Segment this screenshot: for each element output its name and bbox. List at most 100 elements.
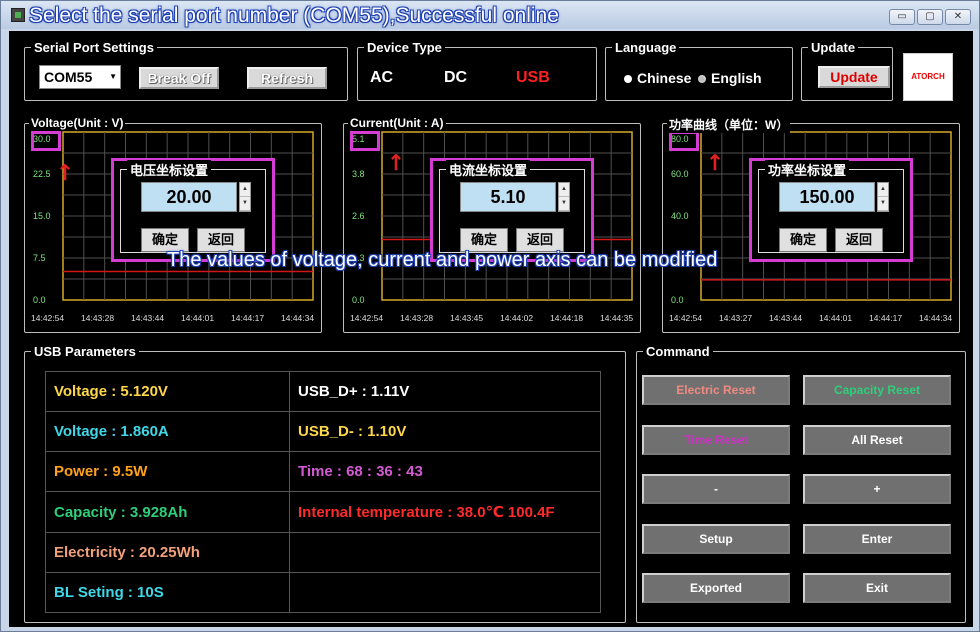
param-cell-right [289, 571, 601, 614]
power-axis-highlight [669, 131, 699, 151]
power-axis-dialog-title: 功率坐标设置 [765, 160, 850, 179]
language-chinese-radio[interactable]: Chinese [624, 70, 691, 86]
table-row: Voltage : 5.120V USB_D+ : 1.11V [45, 370, 601, 413]
param-cell-right: Time : 68 : 36 : 43 [289, 451, 601, 493]
serial-port-group-title: Serial Port Settings [31, 40, 157, 55]
param-cell-left: Voltage : 5.120V [45, 370, 290, 413]
command-button-plus[interactable]: + [803, 474, 951, 504]
y-tick-label: 3.8 [352, 169, 365, 179]
update-button[interactable]: Update [818, 66, 890, 88]
voltage-axis-stepper[interactable]: ▲ ▼ [239, 182, 251, 212]
current-axis-input[interactable]: 5.10 [460, 182, 556, 212]
x-tick-label: 14:42:54 [350, 313, 383, 323]
y-tick-label: 22.5 [33, 169, 51, 179]
param-cell-left: Voltage : 1.860A [45, 411, 290, 453]
current-chart-title: Current(Unit : A) [348, 116, 446, 130]
current-axis-stepper[interactable]: ▲ ▼ [558, 182, 570, 212]
device-ac-option[interactable]: AC [370, 69, 393, 87]
chevron-down-icon: ▼ [109, 72, 117, 81]
stepper-down-icon[interactable]: ▼ [240, 197, 250, 211]
device-usb-option[interactable]: USB [516, 69, 550, 87]
language-group: Language Chinese English [605, 40, 793, 101]
current-axis-dialog-frame: 电流坐标设置 5.10 ▲ ▼ 确定 返回 [439, 160, 585, 253]
x-tick-label: 14:44:02 [500, 313, 533, 323]
command-button-time-reset[interactable]: Time Reset [642, 424, 790, 455]
y-tick-label: 0.0 [671, 295, 684, 305]
power-axis-stepper[interactable]: ▲ ▼ [877, 182, 889, 212]
atorch-logo-text: ATORCH [911, 72, 945, 81]
stepper-up-icon[interactable]: ▲ [878, 183, 888, 197]
x-tick-label: 14:42:54 [31, 313, 64, 323]
minimize-button[interactable]: ▭ [889, 9, 915, 25]
stepper-up-icon[interactable]: ▲ [559, 183, 569, 197]
device-dc-option[interactable]: DC [444, 69, 467, 87]
power-chart-title: 功率曲线（单位：W） [667, 116, 791, 133]
y-tick-label: 2.6 [352, 211, 365, 221]
command-button-exit[interactable]: Exit [803, 573, 951, 603]
close-button[interactable]: ✕ [945, 9, 971, 25]
command-button-electric-reset[interactable]: Electric Reset [642, 375, 790, 405]
command-button-enter[interactable]: Enter [803, 523, 951, 554]
window-controls: ▭ ▢ ✕ [889, 9, 971, 25]
serial-port-select[interactable]: COM55 ▼ [39, 65, 121, 89]
table-row: BL Seting : 10S [45, 571, 601, 614]
param-cell-right: USB_D+ : 1.11V [289, 370, 601, 413]
stepper-down-icon[interactable]: ▼ [878, 197, 888, 211]
command-button-minus[interactable]: - [642, 474, 790, 504]
table-row: Capacity : 3.928Ah Internal temperature :… [45, 491, 601, 533]
voltage-axis-dialog: 电压坐标设置 20.00 ▲ ▼ 确定 返回 [111, 158, 275, 262]
param-cell-right [289, 531, 601, 573]
serial-port-group: Serial Port Settings COM55 ▼ Break Off R… [24, 40, 348, 101]
x-tick-label: 14:44:17 [869, 313, 902, 323]
update-group-title: Update [808, 40, 859, 55]
x-tick-label: 14:44:34 [281, 313, 314, 323]
language-english-radio[interactable]: English [698, 70, 762, 86]
current-chart-panel: Current(Unit : A) 5.1 3.8 2.6 1.3 0.0 14:42:5… [343, 116, 641, 333]
y-tick-label: 0.0 [352, 295, 365, 305]
x-tick-label: 14:44:34 [919, 313, 952, 323]
title-bar: Select the serial port number (COM55),Su… [1, 1, 979, 29]
window-title: Select the serial port number (COM55),Su… [29, 4, 559, 27]
x-tick-label: 14:44:17 [231, 313, 264, 323]
radio-icon [698, 75, 706, 84]
command-button-exported[interactable]: Exported [642, 573, 790, 603]
language-group-title: Language [612, 40, 680, 55]
radio-selected-icon [624, 75, 632, 84]
overlay-caption: The values of voltage, current and power… [167, 249, 718, 271]
stepper-down-icon[interactable]: ▼ [559, 197, 569, 211]
language-chinese-label: Chinese [637, 70, 692, 86]
x-tick-label: 14:42:54 [669, 313, 702, 323]
current-axis-highlight [350, 131, 380, 151]
power-axis-dialog: 功率坐标设置 150.00 ▲ ▼ 确定 返回 [749, 158, 913, 262]
x-tick-label: 14:43:28 [400, 313, 433, 323]
param-cell-left: Electricity : 20.25Wh [45, 531, 290, 573]
device-type-group: Device Type AC DC USB [357, 40, 597, 101]
maximize-button[interactable]: ▢ [917, 9, 943, 25]
command-button-all-reset[interactable]: All Reset [803, 424, 951, 455]
voltage-axis-dialog-frame: 电压坐标设置 20.00 ▲ ▼ 确定 返回 [120, 160, 266, 253]
usb-parameters-table: Voltage : 5.120V USB_D+ : 1.11V Voltage : … [45, 370, 601, 614]
x-tick-label: 14:43:28 [81, 313, 114, 323]
x-tick-label: 14:44:01 [819, 313, 852, 323]
app-icon [11, 8, 25, 22]
language-english-label: English [711, 70, 762, 86]
voltage-chart-title: Voltage(Unit : V) [29, 116, 126, 130]
refresh-button[interactable]: Refresh [247, 67, 327, 89]
power-axis-back-button[interactable]: 返回 [835, 228, 883, 252]
x-tick-label: 14:43:27 [719, 313, 752, 323]
command-button-setup[interactable]: Setup [642, 523, 790, 554]
table-row: Electricity : 20.25Wh [45, 531, 601, 573]
voltage-axis-highlight [31, 131, 61, 151]
voltage-axis-dialog-title: 电压坐标设置 [127, 160, 212, 179]
y-tick-label: 15.0 [33, 211, 51, 221]
power-axis-input[interactable]: 150.00 [779, 182, 875, 212]
x-tick-label: 14:43:44 [769, 313, 802, 323]
break-off-button[interactable]: Break Off [139, 67, 219, 89]
x-tick-label: 14:44:01 [181, 313, 214, 323]
voltage-axis-input[interactable]: 20.00 [141, 182, 237, 212]
power-axis-ok-button[interactable]: 确定 [779, 228, 827, 252]
x-tick-label: 14:44:35 [600, 313, 633, 323]
param-cell-left: Power : 9.5W [45, 451, 290, 493]
stepper-up-icon[interactable]: ▲ [240, 183, 250, 197]
command-button-capacity-reset[interactable]: Capacity Reset [803, 375, 951, 405]
